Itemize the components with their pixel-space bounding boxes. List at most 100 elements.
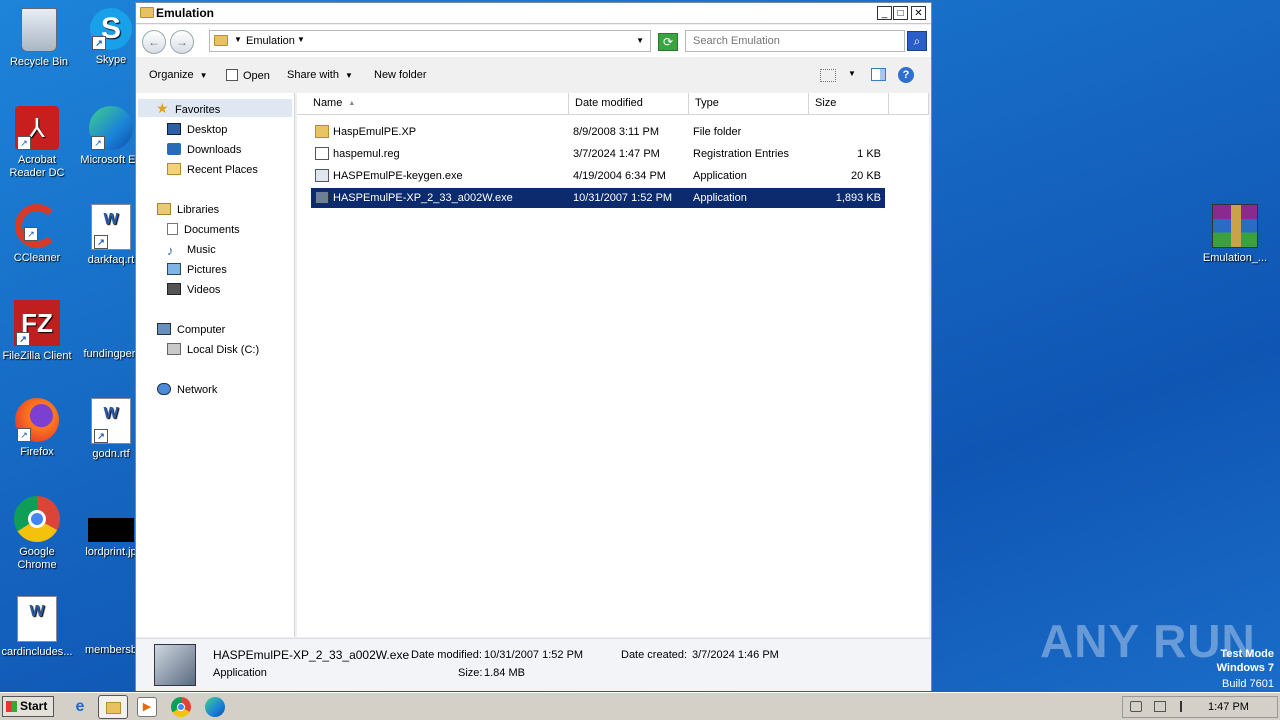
shortcut-arrow-icon: ↗ — [92, 36, 106, 50]
file-row[interactable]: haspemul.reg 3/7/2024 1:47 PM Registrati… — [311, 144, 885, 164]
ccleaner-icon: ↗ — [15, 204, 59, 248]
details-filename: HASPEmulPE-XP_2_33_a002W.exe — [213, 648, 410, 662]
nav-computer[interactable]: Computer — [157, 321, 225, 339]
close-button[interactable]: ✕ — [911, 6, 926, 20]
maximize-button[interactable]: □ — [893, 6, 908, 20]
folder-icon — [214, 35, 228, 46]
ie-taskbar-icon[interactable]: e — [70, 697, 90, 717]
back-button[interactable]: ← — [142, 30, 166, 54]
column-header: Name ▲ Date modified Type Size — [297, 93, 929, 115]
file-row[interactable]: HaspEmulPE.XP 8/9/2008 3:11 PM File fold… — [311, 122, 885, 142]
chevron-down-icon[interactable]: ▼ — [297, 35, 305, 44]
organize-button[interactable]: Organize ▼ — [149, 69, 208, 81]
help-icon[interactable]: ? — [898, 67, 914, 83]
nav-documents[interactable]: Documents — [167, 221, 240, 239]
star-icon: ★ — [156, 100, 169, 116]
winrar-archive-icon — [1212, 204, 1258, 248]
navigation-pane: ★ Favorites Desktop Downloads Recent Plac… — [136, 93, 295, 637]
nav-libraries[interactable]: Libraries — [157, 201, 219, 219]
media-player-taskbar-icon[interactable]: ▶ — [137, 697, 157, 717]
videos-icon — [167, 283, 181, 295]
test-mode-line2: Windows 7 — [1216, 662, 1274, 674]
column-name[interactable]: Name ▲ — [307, 93, 569, 114]
clock[interactable]: 1:47 PM — [1208, 701, 1249, 713]
title-bar[interactable]: Emulation _ □ ✕ — [136, 3, 931, 24]
breadcrumb-emulation[interactable]: Emulation — [246, 35, 295, 47]
word-doc-icon: W — [17, 596, 57, 642]
search-icon[interactable]: ⌕ — [907, 31, 927, 51]
shortcut-arrow-icon: ↗ — [91, 136, 105, 150]
details-date-modified-label: Date modified: — [411, 649, 482, 661]
explorer-window: Emulation _ □ ✕ ← → ▼ Emulation ▼ ▼ ⟳ ⌕ … — [135, 2, 932, 691]
system-tray — [1122, 696, 1278, 718]
details-date-created: 3/7/2024 1:46 PM — [692, 649, 779, 661]
nav-local-disk[interactable]: Local Disk (C:) — [167, 341, 259, 359]
column-type[interactable]: Type — [689, 93, 809, 114]
new-folder-button[interactable]: New folder — [374, 69, 427, 81]
file-type: Application — [693, 170, 747, 182]
test-mode-line1: Test Mode — [1220, 648, 1274, 660]
edge-icon: ↗ — [89, 106, 133, 150]
action-center-flag-icon[interactable] — [1180, 701, 1192, 712]
file-row-selected[interactable]: HASPEmulPE-XP_2_33_a002W.exe 10/31/2007 … — [311, 188, 885, 208]
nav-downloads[interactable]: Downloads — [167, 141, 241, 159]
firefox-icon: ↗ — [15, 398, 59, 442]
desktop-icon-acrobat[interactable]: ⅄ ↗ Acrobat Reader DC — [0, 106, 76, 180]
search-input[interactable] — [691, 34, 905, 48]
edge-taskbar-icon[interactable] — [205, 697, 225, 717]
desktop-icon-emulation-archive[interactable]: Emulation_... — [1196, 204, 1274, 265]
file-name: HaspEmulPE.XP — [333, 126, 417, 138]
file-icon — [92, 596, 130, 640]
refresh-button[interactable]: ⟳ — [658, 33, 678, 51]
desktop-icon-recycle-bin[interactable]: Recycle Bin — [0, 8, 78, 69]
file-type: Application — [693, 192, 747, 204]
open-button[interactable]: Open — [226, 69, 270, 82]
file-list: Name ▲ Date modified Type Size HaspEmulPE… — [297, 93, 929, 637]
details-size-label: Size: — [458, 667, 483, 679]
desktop-icon-ccleaner[interactable]: ↗ CCleaner — [0, 204, 76, 265]
minimize-button[interactable]: _ — [877, 6, 892, 20]
address-bar[interactable]: ▼ Emulation ▼ ▼ — [209, 30, 651, 52]
share-with-button[interactable]: Share with ▼ — [287, 69, 353, 81]
shortcut-arrow-icon: ↗ — [24, 227, 38, 241]
nav-network[interactable]: Network — [157, 381, 217, 399]
column-extra[interactable] — [889, 93, 929, 114]
file-size: 1,893 KB — [835, 192, 881, 204]
chevron-down-icon[interactable]: ▼ — [234, 35, 242, 44]
nav-desktop[interactable]: Desktop — [167, 121, 227, 139]
desktop-icon-filezilla[interactable]: FZ ↗ FileZilla Client — [0, 300, 76, 363]
change-view-icon[interactable] — [820, 69, 836, 82]
chevron-down-icon[interactable]: ▼ — [848, 69, 856, 78]
desktop-icon-chrome[interactable]: Google Chrome — [0, 496, 76, 572]
nav-pictures[interactable]: Pictures — [167, 261, 227, 279]
desktop-icon-firefox[interactable]: ↗ Firefox — [0, 398, 76, 459]
nav-recent-places[interactable]: Recent Places — [167, 161, 258, 179]
file-row[interactable]: HASPEmulPE-keygen.exe 4/19/2004 6:34 PM … — [311, 166, 885, 186]
preview-pane-icon[interactable] — [871, 68, 886, 81]
shortcut-arrow-icon: ↗ — [17, 136, 31, 150]
chevron-down-icon: ▼ — [199, 71, 208, 80]
file-size: 20 KB — [851, 170, 881, 182]
nav-favorites[interactable]: ★ Favorites — [138, 99, 292, 117]
address-history-dropdown[interactable]: ▼ — [636, 36, 644, 45]
registry-file-icon — [315, 147, 329, 160]
shortcut-arrow-icon: ↗ — [94, 429, 108, 443]
nav-music[interactable]: ♪ Music — [167, 241, 216, 259]
skype-icon: S ↗ — [90, 8, 132, 50]
explorer-taskbar-icon[interactable] — [98, 695, 128, 719]
volume-icon[interactable] — [1130, 701, 1142, 712]
file-size: 1 KB — [857, 148, 881, 160]
column-date-modified[interactable]: Date modified — [569, 93, 689, 114]
search-box[interactable] — [685, 30, 905, 52]
nav-videos[interactable]: Videos — [167, 281, 220, 299]
start-button[interactable]: Start — [2, 696, 54, 717]
forward-button[interactable]: → — [170, 30, 194, 54]
column-size[interactable]: Size — [809, 93, 889, 114]
open-icon — [226, 69, 238, 81]
network-tray-icon[interactable] — [1154, 701, 1166, 712]
shortcut-arrow-icon: ↗ — [94, 235, 108, 249]
chrome-taskbar-icon[interactable] — [171, 697, 191, 717]
desktop-icon-cardincludes[interactable]: W cardincludes... — [0, 596, 76, 659]
acrobat-icon: ⅄ ↗ — [15, 106, 59, 150]
computer-icon — [157, 323, 171, 335]
